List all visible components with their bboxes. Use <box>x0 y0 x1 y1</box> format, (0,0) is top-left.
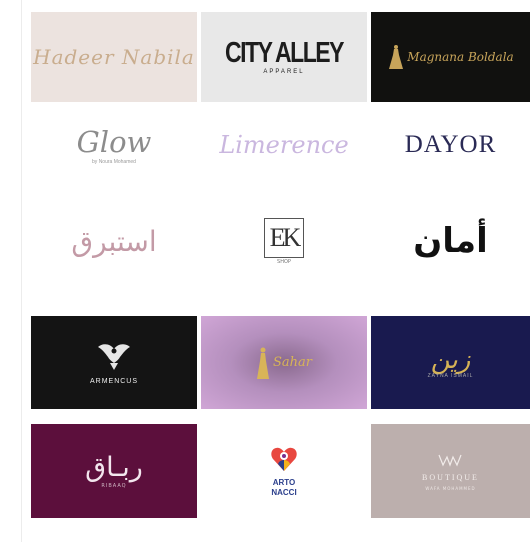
logo-tile-glow[interactable]: Glow by Noura Mohamed <box>31 108 197 182</box>
logo-wordmark: زين ZAYNA ISMAIL <box>428 347 474 379</box>
dress-figure-icon <box>389 45 404 69</box>
logo-wordmark: Glow by Noura Mohamed <box>77 125 152 165</box>
logo-text: أمان <box>413 221 488 261</box>
logo-text: استبرق <box>71 224 157 258</box>
logo-text: زين <box>430 344 471 375</box>
logo-wordmark: ARMENCUS <box>90 341 138 385</box>
logo-text: Glow <box>76 125 152 159</box>
logo-tile-limerence[interactable]: Limerence <box>201 108 367 182</box>
logo-text: DAYOR <box>404 131 497 158</box>
logo-tile-wm-boutique[interactable]: BOUTIQUE WAFA MOHAMMED <box>371 424 530 518</box>
logo-tile-city-alley[interactable]: CITY ALLEY APPAREL <box>201 12 367 102</box>
logo-tile-dayor[interactable]: DAYOR <box>371 108 530 182</box>
logo-text: Limerence <box>219 131 349 159</box>
logo-subtext: NACCI <box>271 488 297 497</box>
wm-monogram-icon <box>438 454 463 467</box>
logo-tile-zain[interactable]: زين ZAYNA ISMAIL <box>371 316 530 409</box>
logo-wordmark: BOUTIQUE WAFA MOHAMMED <box>422 452 479 491</box>
logo-tile-aman[interactable]: أمان <box>371 192 530 290</box>
logo-text: EK <box>263 217 305 258</box>
logo-tile-artonacci[interactable]: ARTO NACCI <box>201 424 367 518</box>
logo-subtext: APPAREL <box>263 69 305 75</box>
logo-wordmark: Sahar <box>256 346 312 380</box>
logo-text: ARTO <box>272 478 296 487</box>
logo-text: ربـاق <box>85 452 143 484</box>
logo-tile-magnana[interactable]: Magnana Boldala <box>371 12 530 102</box>
logo-text: ARMENCUS <box>89 377 139 385</box>
logo-text: Magnana Boldala <box>407 50 514 64</box>
logo-text: BOUTIQUE <box>422 472 479 482</box>
logo-text: Hadeer Nabila <box>33 45 195 69</box>
logo-subtext: WAFA MOHAMMED <box>425 485 476 491</box>
logo-tile-armencus[interactable]: ARMENCUS <box>31 316 197 409</box>
logo-subtext: ZAYNA ISMAIL <box>427 372 474 379</box>
heart-palette-icon <box>271 447 297 471</box>
logo-wordmark: ARTO NACCI <box>270 445 298 497</box>
logo-tile-abraq[interactable]: استبرق <box>31 192 197 290</box>
logo-tile-ribaaq[interactable]: ربـاق RIBAAQ <box>31 424 197 518</box>
logo-text: Sahar <box>273 355 312 370</box>
logo-subtext: by Noura Mohamed <box>92 159 136 165</box>
logo-tile-ek[interactable]: EK SHOP <box>201 192 367 290</box>
logo-tile-hadeer-nabila[interactable]: Hadeer Nabila <box>31 12 197 102</box>
eagle-icon <box>98 343 130 370</box>
logo-tile-sahar[interactable]: Sahar <box>201 316 367 409</box>
gallery-left-border <box>21 0 22 542</box>
logo-wordmark: Magnana Boldala <box>387 44 514 70</box>
logo-wordmark: CITY ALLEY APPAREL <box>225 35 344 75</box>
lady-silhouette-icon <box>257 347 269 379</box>
logo-wordmark: EK SHOP <box>263 217 305 265</box>
logo-text: CITY ALLEY <box>225 35 344 69</box>
logo-subtext: SHOP <box>277 258 291 265</box>
logo-wordmark: ربـاق RIBAAQ <box>85 453 143 489</box>
logo-subtext: RIBAAQ <box>101 482 127 489</box>
